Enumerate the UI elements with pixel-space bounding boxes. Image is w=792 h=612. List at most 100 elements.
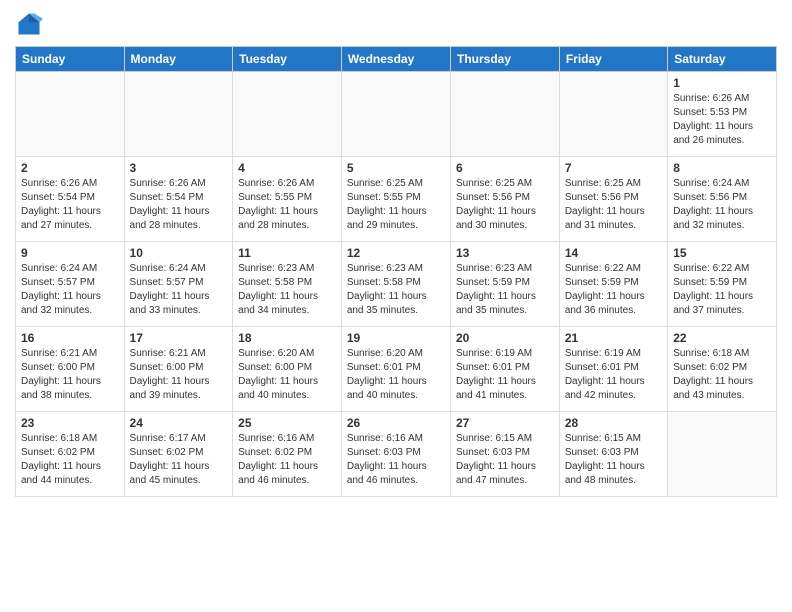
col-header-friday: Friday <box>559 47 667 72</box>
day-info: Sunrise: 6:24 AM Sunset: 5:57 PM Dayligh… <box>130 262 228 318</box>
day-info: Sunrise: 6:25 AM Sunset: 5:56 PM Dayligh… <box>456 177 554 233</box>
day-number: 19 <box>347 331 445 345</box>
day-number: 6 <box>456 161 554 175</box>
week-row-1: 2 Sunrise: 6:26 AM Sunset: 5:54 PM Daylig… <box>16 157 777 242</box>
day-cell: 12 Sunrise: 6:23 AM Sunset: 5:58 PM Dayli… <box>341 242 450 327</box>
day-number: 16 <box>21 331 119 345</box>
day-info: Sunrise: 6:24 AM Sunset: 5:57 PM Dayligh… <box>21 262 119 318</box>
col-header-sunday: Sunday <box>16 47 125 72</box>
day-info: Sunrise: 6:20 AM Sunset: 6:00 PM Dayligh… <box>238 347 336 403</box>
day-cell: 8Sunrise: 6:24 AM Sunset: 5:56 PM Daylig… <box>668 157 777 242</box>
day-number: 25 <box>238 416 336 430</box>
day-cell: 11 Sunrise: 6:23 AM Sunset: 5:58 PM Dayli… <box>233 242 342 327</box>
day-info: Sunrise: 6:16 AM Sunset: 6:02 PM Dayligh… <box>238 432 336 488</box>
day-cell: 2 Sunrise: 6:26 AM Sunset: 5:54 PM Daylig… <box>16 157 125 242</box>
day-number: 7 <box>565 161 662 175</box>
week-row-2: 9 Sunrise: 6:24 AM Sunset: 5:57 PM Daylig… <box>16 242 777 327</box>
day-info: Sunrise: 6:26 AM Sunset: 5:53 PM Dayligh… <box>673 92 771 148</box>
day-info: Sunrise: 6:21 AM Sunset: 6:00 PM Dayligh… <box>21 347 119 403</box>
day-info: Sunrise: 6:26 AM Sunset: 5:54 PM Dayligh… <box>130 177 228 233</box>
day-cell: 4 Sunrise: 6:26 AM Sunset: 5:55 PM Daylig… <box>233 157 342 242</box>
day-number: 15 <box>673 246 771 260</box>
day-number: 28 <box>565 416 662 430</box>
day-cell: 16 Sunrise: 6:21 AM Sunset: 6:00 PM Dayli… <box>16 327 125 412</box>
week-row-0: 1 Sunrise: 6:26 AM Sunset: 5:53 PM Daylig… <box>16 72 777 157</box>
day-info: Sunrise: 6:20 AM Sunset: 6:01 PM Dayligh… <box>347 347 445 403</box>
day-info: Sunrise: 6:25 AM Sunset: 5:55 PM Dayligh… <box>347 177 445 233</box>
day-number: 13 <box>456 246 554 260</box>
day-info: Sunrise: 6:26 AM Sunset: 5:55 PM Dayligh… <box>238 177 336 233</box>
day-cell: 26 Sunrise: 6:16 AM Sunset: 6:03 PM Dayli… <box>341 412 450 497</box>
day-cell: 23 Sunrise: 6:18 AM Sunset: 6:02 PM Dayli… <box>16 412 125 497</box>
day-number: 9 <box>21 246 119 260</box>
col-header-wednesday: Wednesday <box>341 47 450 72</box>
logo <box>15 10 47 38</box>
day-cell: 1 Sunrise: 6:26 AM Sunset: 5:53 PM Daylig… <box>668 72 777 157</box>
day-number: 4 <box>238 161 336 175</box>
day-number: 23 <box>21 416 119 430</box>
day-info: Sunrise: 6:21 AM Sunset: 6:00 PM Dayligh… <box>130 347 228 403</box>
day-number: 22 <box>673 331 771 345</box>
day-cell <box>559 72 667 157</box>
day-number: 21 <box>565 331 662 345</box>
day-number: 12 <box>347 246 445 260</box>
day-cell: 21 Sunrise: 6:19 AM Sunset: 6:01 PM Dayli… <box>559 327 667 412</box>
day-cell <box>450 72 559 157</box>
day-info: Sunrise: 6:18 AM Sunset: 6:02 PM Dayligh… <box>673 347 771 403</box>
col-header-tuesday: Tuesday <box>233 47 342 72</box>
calendar-header-row: SundayMondayTuesdayWednesdayThursdayFrid… <box>16 47 777 72</box>
day-number: 14 <box>565 246 662 260</box>
day-info: Sunrise: 6:17 AM Sunset: 6:02 PM Dayligh… <box>130 432 228 488</box>
day-info: Sunrise: 6:19 AM Sunset: 6:01 PM Dayligh… <box>456 347 554 403</box>
day-cell: 13 Sunrise: 6:23 AM Sunset: 5:59 PM Dayli… <box>450 242 559 327</box>
day-number: 2 <box>21 161 119 175</box>
day-info: Sunrise: 6:16 AM Sunset: 6:03 PM Dayligh… <box>347 432 445 488</box>
col-header-thursday: Thursday <box>450 47 559 72</box>
day-number: 11 <box>238 246 336 260</box>
day-number: 27 <box>456 416 554 430</box>
day-info: Sunrise: 6:23 AM Sunset: 5:58 PM Dayligh… <box>347 262 445 318</box>
day-cell: 5 Sunrise: 6:25 AM Sunset: 5:55 PM Daylig… <box>341 157 450 242</box>
day-info: Sunrise: 6:19 AM Sunset: 6:01 PM Dayligh… <box>565 347 662 403</box>
day-info: Sunrise: 6:15 AM Sunset: 6:03 PM Dayligh… <box>565 432 662 488</box>
day-info: Sunrise: 6:15 AM Sunset: 6:03 PM Dayligh… <box>456 432 554 488</box>
day-info: Sunrise: 6:23 AM Sunset: 5:58 PM Dayligh… <box>238 262 336 318</box>
day-number: 5 <box>347 161 445 175</box>
day-cell: 15 Sunrise: 6:22 AM Sunset: 5:59 PM Dayli… <box>668 242 777 327</box>
day-number: 20 <box>456 331 554 345</box>
day-number: 26 <box>347 416 445 430</box>
day-info: Sunrise: 6:26 AM Sunset: 5:54 PM Dayligh… <box>21 177 119 233</box>
day-cell: 24Sunrise: 6:17 AM Sunset: 6:02 PM Dayli… <box>124 412 233 497</box>
day-number: 1 <box>673 76 771 90</box>
day-info: Sunrise: 6:25 AM Sunset: 5:56 PM Dayligh… <box>565 177 662 233</box>
col-header-monday: Monday <box>124 47 233 72</box>
day-info: Sunrise: 6:22 AM Sunset: 5:59 PM Dayligh… <box>673 262 771 318</box>
day-cell: 18 Sunrise: 6:20 AM Sunset: 6:00 PM Dayli… <box>233 327 342 412</box>
day-info: Sunrise: 6:22 AM Sunset: 5:59 PM Dayligh… <box>565 262 662 318</box>
header <box>15 10 777 38</box>
day-info: Sunrise: 6:23 AM Sunset: 5:59 PM Dayligh… <box>456 262 554 318</box>
day-cell: 6 Sunrise: 6:25 AM Sunset: 5:56 PM Daylig… <box>450 157 559 242</box>
day-cell <box>233 72 342 157</box>
day-number: 8 <box>673 161 771 175</box>
day-cell: 17 Sunrise: 6:21 AM Sunset: 6:00 PM Dayli… <box>124 327 233 412</box>
day-cell: 28 Sunrise: 6:15 AM Sunset: 6:03 PM Dayli… <box>559 412 667 497</box>
day-cell: 20 Sunrise: 6:19 AM Sunset: 6:01 PM Dayli… <box>450 327 559 412</box>
day-number: 18 <box>238 331 336 345</box>
calendar: SundayMondayTuesdayWednesdayThursdayFrid… <box>15 46 777 497</box>
day-number: 17 <box>130 331 228 345</box>
day-cell: 14 Sunrise: 6:22 AM Sunset: 5:59 PM Dayli… <box>559 242 667 327</box>
day-cell: 9 Sunrise: 6:24 AM Sunset: 5:57 PM Daylig… <box>16 242 125 327</box>
day-cell: 7 Sunrise: 6:25 AM Sunset: 5:56 PM Daylig… <box>559 157 667 242</box>
day-info: Sunrise: 6:18 AM Sunset: 6:02 PM Dayligh… <box>21 432 119 488</box>
day-number: 3 <box>130 161 228 175</box>
day-cell: 25 Sunrise: 6:16 AM Sunset: 6:02 PM Dayli… <box>233 412 342 497</box>
day-cell <box>124 72 233 157</box>
logo-icon <box>15 10 43 38</box>
day-cell: 27 Sunrise: 6:15 AM Sunset: 6:03 PM Dayli… <box>450 412 559 497</box>
day-cell <box>16 72 125 157</box>
day-cell <box>668 412 777 497</box>
week-row-3: 16 Sunrise: 6:21 AM Sunset: 6:00 PM Dayli… <box>16 327 777 412</box>
page: SundayMondayTuesdayWednesdayThursdayFrid… <box>0 0 792 612</box>
col-header-saturday: Saturday <box>668 47 777 72</box>
